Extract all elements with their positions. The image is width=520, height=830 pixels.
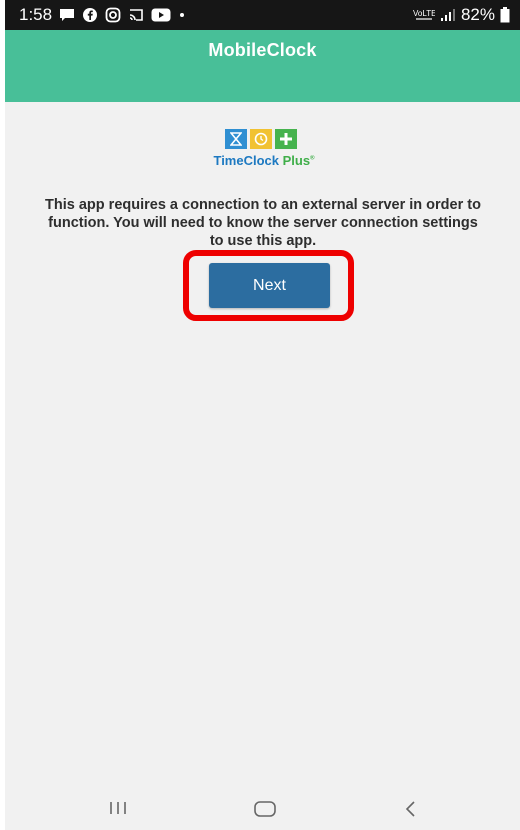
intro-text: This app requires a connection to an ext…: [45, 197, 481, 249]
message-icon: [59, 8, 75, 22]
app-bar: MobileClock: [5, 30, 520, 102]
instagram-icon: [105, 7, 121, 23]
logo-trademark: ®: [310, 155, 315, 162]
logo-brand-accent: Plus: [282, 153, 311, 168]
battery-icon: [500, 7, 510, 23]
battery-percent: 82%: [460, 5, 495, 24]
navigation-bar: [5, 790, 520, 830]
facebook-icon: [82, 7, 98, 23]
hourglass-icon: [225, 129, 247, 149]
plus-icon: [275, 129, 297, 149]
back-icon[interactable]: [403, 800, 419, 818]
svg-text:VoLTE: VoLTE: [413, 9, 435, 18]
logo-wordmark: TimeClock Plus®: [194, 153, 334, 168]
signal-icon: [440, 8, 456, 22]
status-right: VoLTE 82%: [413, 5, 510, 25]
youtube-icon: [151, 8, 171, 22]
status-time: 1:58: [19, 5, 53, 24]
phone-screen: 1:58 VoLTE 82% MobileClock TimeClock Plu…: [5, 0, 520, 830]
timeclock-plus-logo: TimeClock Plus®: [194, 129, 334, 173]
status-left: 1:58: [19, 5, 186, 25]
clock-icon: [250, 129, 272, 149]
dot-icon: [178, 11, 186, 19]
wifi-calling-icon: VoLTE: [413, 7, 435, 23]
status-bar: 1:58 VoLTE 82%: [5, 0, 520, 30]
next-button[interactable]: Next: [209, 263, 330, 308]
home-icon[interactable]: [253, 800, 277, 818]
logo-tiles: [225, 129, 297, 149]
logo-brand: TimeClock: [213, 153, 279, 168]
cast-icon: [128, 7, 144, 23]
app-title: MobileClock: [208, 40, 317, 60]
recent-apps-icon[interactable]: [107, 800, 129, 816]
